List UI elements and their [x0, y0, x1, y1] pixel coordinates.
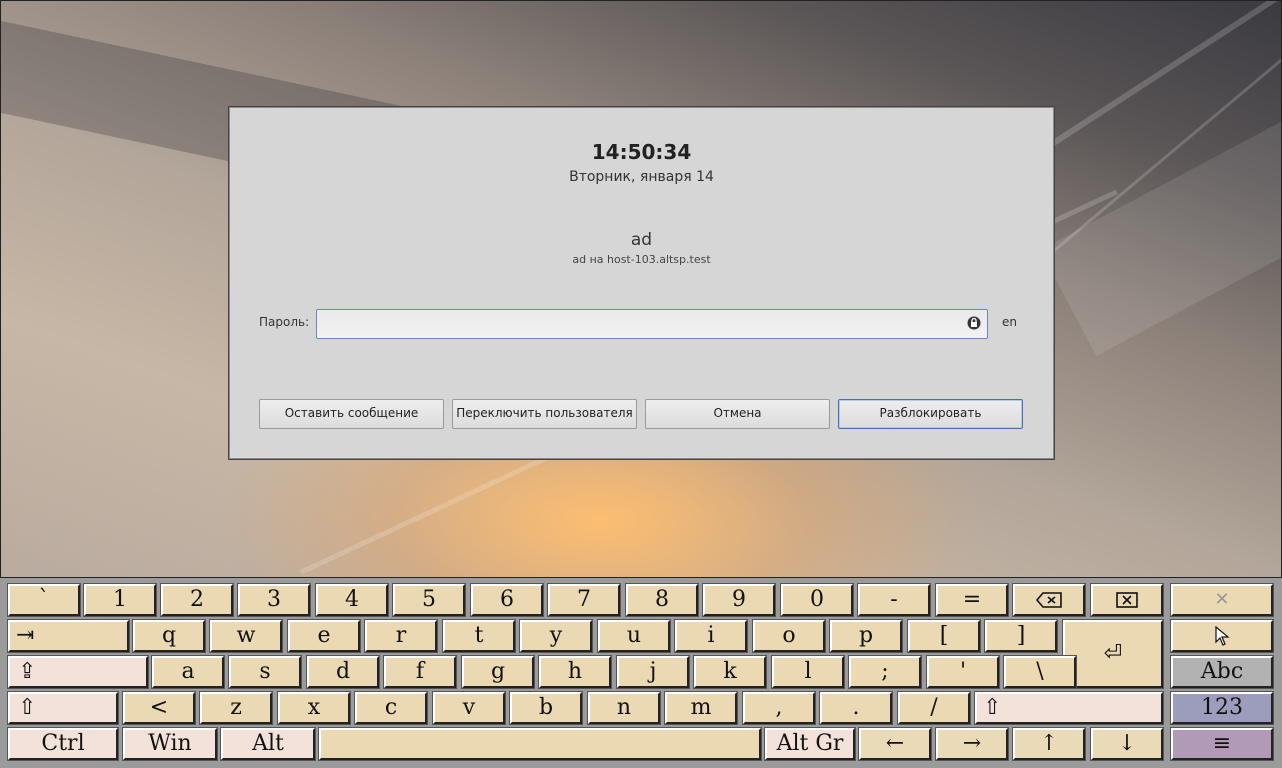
key-g[interactable]: g	[461, 655, 535, 689]
key-right-bracket[interactable]: ]	[984, 619, 1058, 653]
key-ctrl[interactable]: Ctrl	[7, 727, 119, 761]
key-arrow-right[interactable]: →	[935, 727, 1009, 761]
key-r[interactable]: r	[364, 619, 438, 653]
key-backtick[interactable]: `	[7, 583, 81, 617]
key-x[interactable]: x	[277, 691, 351, 725]
key-minus[interactable]: -	[857, 583, 931, 617]
key-o[interactable]: o	[752, 619, 826, 653]
key-2[interactable]: 2	[160, 583, 234, 617]
clock-time: 14:50:34	[591, 140, 692, 164]
key-k[interactable]: k	[693, 655, 767, 689]
key-abc-layout[interactable]: Abc	[1170, 655, 1274, 689]
unlock-button[interactable]: Разблокировать	[838, 399, 1023, 429]
key-backspace[interactable]	[1012, 583, 1086, 617]
key-l[interactable]: l	[771, 655, 845, 689]
key-arrow-down[interactable]: ↓	[1090, 727, 1164, 761]
key-8[interactable]: 8	[625, 583, 699, 617]
key-m[interactable]: m	[664, 691, 738, 725]
key-slash[interactable]: /	[897, 691, 971, 725]
key-pointer[interactable]	[1170, 619, 1274, 653]
key-right-shift[interactable]: ⇧	[974, 691, 1164, 725]
clock-date: Вторник, января 14	[569, 169, 714, 185]
key-4[interactable]: 4	[315, 583, 389, 617]
key-7[interactable]: 7	[547, 583, 621, 617]
key-z[interactable]: z	[199, 691, 273, 725]
key-i[interactable]: i	[674, 619, 748, 653]
key-tab[interactable]: ⇥	[7, 619, 130, 653]
lock-icon	[967, 316, 981, 330]
key-alt-gr[interactable]: Alt Gr	[764, 727, 856, 761]
key-delete[interactable]	[1090, 583, 1164, 617]
key-less-than[interactable]: <	[122, 691, 196, 725]
user-host: ad на host-103.altsp.test	[572, 253, 711, 266]
onscreen-keyboard: ` 1 2 3 4 5 6 7 8 9 0 - = ✕ ⇥ q w e r t …	[0, 578, 1282, 768]
key-backslash[interactable]: \	[1003, 655, 1077, 689]
key-w[interactable]: w	[209, 619, 283, 653]
key-comma[interactable]: ,	[742, 691, 816, 725]
key-apostrophe[interactable]: '	[926, 655, 1000, 689]
key-s[interactable]: s	[228, 655, 302, 689]
key-v[interactable]: v	[432, 691, 506, 725]
key-n[interactable]: n	[587, 691, 661, 725]
key-equals[interactable]: =	[935, 583, 1009, 617]
key-c[interactable]: c	[354, 691, 428, 725]
key-j[interactable]: j	[616, 655, 690, 689]
key-d[interactable]: d	[306, 655, 380, 689]
key-3[interactable]: 3	[237, 583, 311, 617]
key-left-bracket[interactable]: [	[907, 619, 981, 653]
key-arrow-up[interactable]: ↑	[1012, 727, 1086, 761]
delete-icon	[1116, 592, 1138, 608]
key-enter[interactable]: ⏎	[1062, 619, 1164, 689]
key-1[interactable]: 1	[83, 583, 157, 617]
cursor-arrow-icon	[1215, 625, 1230, 646]
key-numbers-layout[interactable]: 123	[1170, 691, 1274, 725]
key-alt[interactable]: Alt	[220, 727, 316, 761]
key-t[interactable]: t	[442, 619, 516, 653]
key-f[interactable]: f	[383, 655, 457, 689]
key-left-shift[interactable]: ⇧	[7, 691, 119, 725]
key-0[interactable]: 0	[780, 583, 854, 617]
password-label: Пароль:	[259, 315, 310, 329]
key-5[interactable]: 5	[392, 583, 466, 617]
key-6[interactable]: 6	[470, 583, 544, 617]
key-space[interactable]	[318, 727, 762, 761]
key-b[interactable]: b	[509, 691, 583, 725]
key-arrow-left[interactable]: ←	[858, 727, 932, 761]
key-caps-lock[interactable]: ⇪	[7, 655, 149, 689]
leave-message-button[interactable]: Оставить сообщение	[259, 399, 444, 429]
keyboard-menu-button[interactable]: ≡	[1170, 727, 1274, 761]
backspace-icon	[1035, 592, 1062, 608]
key-period[interactable]: .	[819, 691, 893, 725]
cancel-button[interactable]: Отмена	[645, 399, 830, 429]
key-h[interactable]: h	[538, 655, 612, 689]
key-9[interactable]: 9	[702, 583, 776, 617]
unlock-dialog: 14:50:34 Вторник, января 14 ad ad на hos…	[229, 107, 1054, 459]
close-keyboard-button[interactable]: ✕	[1170, 583, 1274, 617]
keyboard-layout-indicator[interactable]: en	[1002, 315, 1017, 329]
key-semicolon[interactable]: ;	[848, 655, 922, 689]
key-win[interactable]: Win	[122, 727, 218, 761]
key-e[interactable]: e	[287, 619, 361, 653]
password-input[interactable]	[316, 309, 988, 339]
switch-user-button[interactable]: Переключить пользователя	[452, 399, 637, 429]
key-u[interactable]: u	[597, 619, 671, 653]
key-a[interactable]: a	[151, 655, 225, 689]
key-y[interactable]: y	[519, 619, 593, 653]
user-name: ad	[630, 230, 653, 250]
key-q[interactable]: q	[132, 619, 206, 653]
key-p[interactable]: p	[829, 619, 903, 653]
